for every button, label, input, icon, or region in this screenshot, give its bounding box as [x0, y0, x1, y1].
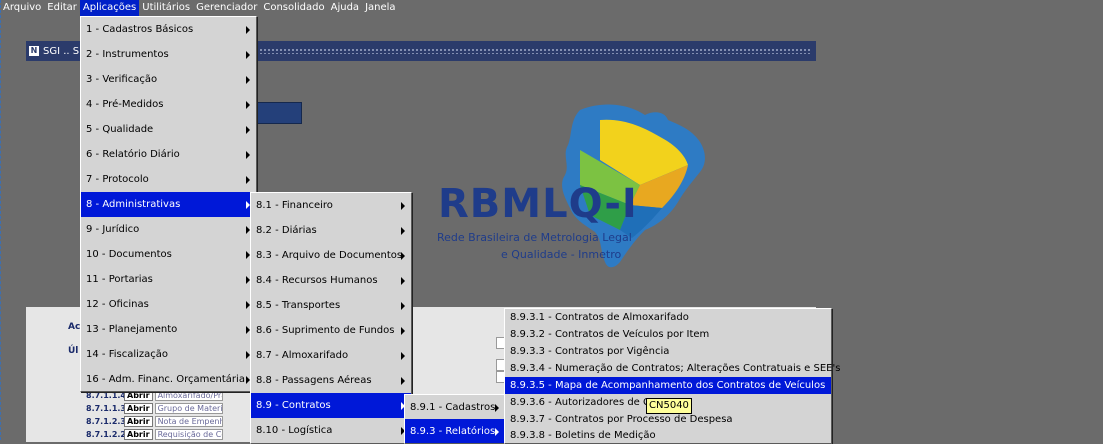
menu-item-relatorio-diario[interactable]: 6 - Relatório Diário	[81, 142, 256, 167]
abrir-button[interactable]: Abrir	[124, 416, 153, 427]
menu-item-fiscalizacao[interactable]: 14 - Fiscalização	[81, 342, 256, 367]
row-value: Nota de Empenho	[154, 416, 223, 427]
menu-item-relatorios[interactable]: 8.9.3 - Relatórios	[405, 419, 505, 443]
menu-item-suprimento-fundos[interactable]: 8.6 - Suprimento de Fundos	[251, 318, 411, 343]
menu-item-documentos[interactable]: 10 - Documentos	[81, 242, 256, 267]
abrir-button[interactable]: Abrir	[124, 403, 153, 414]
menu-utilitarios[interactable]: Utilitários	[139, 0, 193, 16]
submenu-arrow-icon	[401, 302, 405, 310]
menu-item-instrumentos[interactable]: 2 - Instrumentos	[81, 42, 256, 67]
header-button[interactable]	[254, 102, 302, 124]
submenu-arrow-icon	[401, 352, 405, 360]
logo-title: RBMLQ-I	[438, 181, 638, 227]
abrir-button[interactable]: Abrir	[124, 429, 153, 440]
submenu-arrow-icon	[401, 327, 405, 335]
submenu-arrow-icon	[246, 76, 250, 84]
relatorios-submenu: 8.9.3.1 - Contratos de Almoxarifado 8.9.…	[504, 308, 840, 444]
submenu-arrow-icon	[246, 101, 250, 109]
menu-item-administrativas[interactable]: 8 - Administrativas	[81, 192, 256, 217]
menu-item-pre-medidos[interactable]: 4 - Pré-Medidos	[81, 92, 256, 117]
menu-item-recursos-humanos[interactable]: 8.4 - Recursos Humanos	[251, 268, 411, 293]
menu-item-logistica[interactable]: 8.10 - Logística	[251, 418, 411, 443]
menu-consolidado[interactable]: Consolidado	[260, 0, 327, 16]
menu-item-juridico[interactable]: 9 - Jurídico	[81, 217, 256, 242]
menu-item-transportes[interactable]: 8.5 - Transportes	[251, 293, 411, 318]
menu-item-adm-financ-orcamentaria[interactable]: 16 - Adm. Financ. Orçamentária	[81, 367, 256, 392]
submenu-arrow-icon	[246, 151, 250, 159]
submenu-arrow-icon	[495, 428, 499, 436]
submenu-arrow-icon	[401, 252, 405, 260]
submenu-arrow-icon	[401, 227, 405, 235]
menu-item-mapa-acompanhamento[interactable]: 8.9.3.5 - Mapa de Acompanhamento dos Con…	[505, 377, 831, 394]
app-icon: N	[29, 46, 39, 56]
menu-arquivo[interactable]: Arquivo	[0, 0, 44, 16]
menu-item-diarias[interactable]: 8.2 - Diárias	[251, 218, 411, 243]
logo-subtitle-1: Rede Brasileira de Metrologia Legal	[437, 231, 632, 244]
submenu-arrow-icon	[401, 202, 405, 210]
menu-item-arquivo-documentos[interactable]: 8.3 - Arquivo de Documentos	[251, 243, 411, 268]
list-item: 8.7.1.1.3 Abrir Grupo de Material	[86, 403, 223, 414]
list-item: 8.7.1.2.2 Abrir Requisição de Compra	[86, 429, 223, 440]
menu-item-numeracao-contratos[interactable]: 8.9.3.4 - Numeração de Contratos; Altera…	[505, 360, 840, 377]
menu-item-contratos-vigencia[interactable]: 8.9.3.3 - Contratos por Vigência	[505, 343, 831, 360]
submenu-arrow-icon	[495, 404, 499, 412]
menu-item-oficinas[interactable]: 12 - Oficinas	[81, 292, 256, 317]
menu-item-cadastros[interactable]: 8.9.1 - Cadastros	[405, 395, 505, 419]
logo-subtitle-2: e Qualidade - Inmetro	[501, 248, 622, 261]
aplicacoes-dropdown: 1 - Cadastros Básicos 2 - Instrumentos 3…	[80, 16, 257, 392]
menu-item-financeiro[interactable]: 8.1 - Financeiro	[251, 193, 411, 218]
menu-item-almoxarifado[interactable]: 8.7 - Almoxarifado	[251, 343, 411, 368]
tooltip: CN5040	[646, 398, 692, 414]
window-title: SGI .. S	[43, 45, 80, 57]
list-item: 8.7.1.2.3 Abrir Nota de Empenho	[86, 416, 223, 427]
menu-bar: Arquivo Editar Aplicações Utilitários Ge…	[0, 0, 1103, 16]
menu-janela[interactable]: Janela	[362, 0, 398, 16]
menu-item-verificacao[interactable]: 3 - Verificação	[81, 67, 256, 92]
menu-item-contratos-veiculos-item[interactable]: 8.9.3.2 - Contratos de Veículos por Item	[505, 326, 831, 343]
row-value: Requisição de Compra	[154, 429, 223, 440]
menu-aplicacoes[interactable]: Aplicações	[79, 0, 140, 16]
submenu-arrow-icon	[246, 126, 250, 134]
menu-editar[interactable]: Editar	[44, 0, 80, 16]
menu-item-qualidade[interactable]: 5 - Qualidade	[81, 117, 256, 142]
menu-item-protocolo[interactable]: 7 - Protocolo	[81, 167, 256, 192]
row-value: Grupo de Material	[154, 403, 223, 414]
menu-gerenciador[interactable]: Gerenciador	[193, 0, 260, 16]
menu-item-planejamento[interactable]: 13 - Planejamento	[81, 317, 256, 342]
row-code: 8.7.1.1.4	[86, 391, 126, 400]
menu-item-passagens-aereas[interactable]: 8.8 - Passagens Aéreas	[251, 368, 411, 393]
submenu-arrow-icon	[246, 51, 250, 59]
contratos-submenu: 8.9.1 - Cadastros 8.9.3 - Relatórios	[404, 394, 506, 444]
menu-item-cadastros-basicos[interactable]: 1 - Cadastros Básicos	[81, 17, 256, 42]
row-code: 8.7.1.2.3	[86, 417, 126, 426]
submenu-arrow-icon	[401, 277, 405, 285]
submenu-arrow-icon	[246, 26, 250, 34]
administrativas-submenu: 8.1 - Financeiro 8.2 - Diárias 8.3 - Arq…	[250, 192, 412, 444]
menu-item-portarias[interactable]: 11 - Portarias	[81, 267, 256, 292]
menu-item-contratos-almoxarifado[interactable]: 8.9.3.1 - Contratos de Almoxarifado	[505, 309, 831, 326]
menu-item-contratos[interactable]: 8.9 - Contratos	[251, 393, 411, 418]
row-code: 8.7.1.2.2	[86, 430, 126, 439]
row-code: 8.7.1.1.3	[86, 404, 126, 413]
menu-item-boletins-medicao[interactable]: 8.9.3.8 - Boletins de Medição	[505, 428, 831, 443]
ul-label: Úl	[68, 346, 79, 356]
menu-ajuda[interactable]: Ajuda	[328, 0, 362, 16]
ac-label: Ac	[68, 322, 81, 332]
submenu-arrow-icon	[401, 377, 405, 385]
submenu-arrow-icon	[246, 176, 250, 184]
